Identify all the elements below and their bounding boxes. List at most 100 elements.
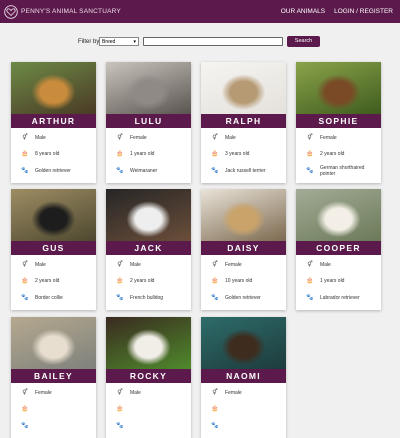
gender-icon: ⚥ bbox=[117, 262, 123, 268]
animal-age: 2 years old bbox=[130, 277, 155, 284]
animal-sex: Male bbox=[130, 389, 141, 396]
animal-name: COOPER bbox=[296, 241, 381, 255]
cake-icon: 🎂 bbox=[211, 406, 219, 412]
search-button[interactable]: Search bbox=[287, 36, 320, 47]
gender-icon: ⚥ bbox=[212, 262, 218, 268]
filter-select-value: Breed bbox=[102, 39, 116, 45]
animal-card[interactable]: SOPHIE ⚥ Female 🎂 2 years old 🐾 German shortha… bbox=[296, 62, 381, 183]
animal-age-row: 🎂 bbox=[21, 404, 35, 413]
animal-age: 8 years old bbox=[35, 150, 60, 157]
paw-icon: 🐾 bbox=[21, 168, 29, 174]
chevron-down-icon: ▾ bbox=[133, 39, 136, 45]
animal-breed: Labrador retriever bbox=[320, 294, 360, 301]
animal-photo bbox=[201, 189, 286, 241]
paw-icon: 🐾 bbox=[211, 423, 219, 429]
animal-breed-row: 🐾 bbox=[211, 421, 225, 430]
gender-icon: ⚥ bbox=[22, 262, 28, 268]
cake-icon: 🎂 bbox=[116, 151, 124, 157]
main-nav: OUR ANIMALS LOGIN / REGISTER bbox=[281, 8, 393, 15]
animal-name: NAOMI bbox=[201, 369, 286, 383]
animal-sex-row: ⚥ Female bbox=[306, 133, 337, 142]
gender-icon: ⚥ bbox=[307, 262, 313, 268]
animal-card[interactable]: LULU ⚥ Female 🎂 1 years old 🐾 Weimaraner bbox=[106, 62, 191, 183]
gender-icon: ⚥ bbox=[212, 135, 218, 141]
animal-age-row: 🎂 1 years old bbox=[306, 276, 344, 285]
animal-age-row: 🎂 8 years old bbox=[21, 149, 59, 158]
animal-photo bbox=[201, 317, 286, 369]
gender-icon: ⚥ bbox=[307, 135, 313, 141]
animal-age-row: 🎂 bbox=[211, 404, 225, 413]
animal-card[interactable]: NAOMI ⚥ Female 🎂 🐾 bbox=[201, 317, 286, 438]
animal-breed: Golden retriever bbox=[35, 167, 71, 174]
animal-breed-row: 🐾 Border collie bbox=[21, 293, 63, 302]
animal-age: 2 years old bbox=[35, 277, 60, 284]
animal-sex: Male bbox=[35, 261, 46, 268]
animal-age-row: 🎂 3 years old bbox=[211, 149, 249, 158]
animal-sex-row: ⚥ Male bbox=[211, 133, 236, 142]
animal-name: SOPHIE bbox=[296, 114, 381, 128]
gender-icon: ⚥ bbox=[117, 390, 123, 396]
brand[interactable]: PENNY'S ANIMAL SANCTUARY bbox=[4, 4, 121, 19]
animal-photo bbox=[296, 62, 381, 114]
animal-sex-row: ⚥ Male bbox=[116, 260, 141, 269]
paw-icon: 🐾 bbox=[21, 295, 29, 301]
nav-login-register[interactable]: LOGIN / REGISTER bbox=[334, 8, 393, 15]
animal-sex: Female bbox=[35, 389, 52, 396]
animal-age-row: 🎂 2 years old bbox=[306, 149, 344, 158]
animal-breed-row: 🐾 Labrador retriever bbox=[306, 293, 360, 302]
animal-breed: German shorthaired pointer bbox=[319, 164, 365, 177]
animal-photo bbox=[11, 317, 96, 369]
animal-card[interactable]: BAILEY ⚥ Female 🎂 🐾 bbox=[11, 317, 96, 438]
brand-name: PENNY'S ANIMAL SANCTUARY bbox=[21, 8, 121, 15]
animal-breed-row: 🐾 Jack russell terrier bbox=[211, 166, 265, 175]
animal-sex: Female bbox=[320, 134, 337, 141]
animal-card[interactable]: ARTHUR ⚥ Male 🎂 8 years old 🐾 Golden retriever bbox=[11, 62, 96, 183]
animal-photo bbox=[106, 189, 191, 241]
animal-sex-row: ⚥ Male bbox=[306, 260, 331, 269]
cake-icon: 🎂 bbox=[306, 278, 314, 284]
animal-card[interactable]: JACK ⚥ Male 🎂 2 years old 🐾 French bulldog bbox=[106, 189, 191, 310]
animal-sex-row: ⚥ Female bbox=[21, 388, 52, 397]
animal-card[interactable]: RALPH ⚥ Male 🎂 3 years old 🐾 Jack russell terr… bbox=[201, 62, 286, 183]
paw-icon: 🐾 bbox=[306, 295, 314, 301]
animal-breed-row: 🐾 Golden retriever bbox=[21, 166, 71, 175]
cake-icon: 🎂 bbox=[211, 278, 219, 284]
animal-name: ARTHUR bbox=[11, 114, 96, 128]
gender-icon: ⚥ bbox=[22, 135, 28, 141]
animal-card[interactable]: COOPER ⚥ Male 🎂 1 years old 🐾 Labrador retriev… bbox=[296, 189, 381, 310]
animal-breed-row: 🐾 bbox=[116, 421, 130, 430]
animal-breed-row: 🐾 Golden retriever bbox=[211, 293, 261, 302]
heart-logo-icon bbox=[4, 4, 18, 19]
animal-sex-row: ⚥ Female bbox=[116, 133, 146, 142]
animal-photo bbox=[106, 62, 191, 114]
animal-breed: Golden retriever bbox=[225, 294, 261, 301]
animal-age-row: 🎂 2 years old bbox=[116, 276, 154, 285]
cake-icon: 🎂 bbox=[116, 278, 124, 284]
search-input[interactable] bbox=[143, 37, 283, 46]
cake-icon: 🎂 bbox=[211, 151, 219, 157]
animal-breed: French bulldog bbox=[130, 294, 164, 301]
animal-sex: Female bbox=[225, 261, 242, 268]
paw-icon: 🐾 bbox=[21, 423, 29, 429]
cake-icon: 🎂 bbox=[21, 151, 29, 157]
top-navbar: PENNY'S ANIMAL SANCTUARY OUR ANIMALS LOG… bbox=[0, 0, 400, 23]
nav-our-animals[interactable]: OUR ANIMALS bbox=[281, 8, 325, 15]
animal-card[interactable]: ROCKY ⚥ Male 🎂 🐾 bbox=[106, 317, 191, 438]
animal-name: DAISY bbox=[201, 241, 286, 255]
animal-sex-row: ⚥ Male bbox=[116, 388, 141, 397]
cake-icon: 🎂 bbox=[21, 278, 29, 284]
animal-photo bbox=[106, 317, 191, 369]
animal-name: LULU bbox=[106, 114, 191, 128]
animal-age-row: 🎂 bbox=[116, 404, 130, 413]
animal-age: 1 years old bbox=[320, 277, 345, 284]
gender-icon: ⚥ bbox=[212, 390, 218, 396]
filter-label: Filter by bbox=[78, 38, 100, 45]
gender-icon: ⚥ bbox=[22, 390, 28, 396]
animal-photo bbox=[11, 189, 96, 241]
animal-card[interactable]: DAISY ⚥ Female 🎂 10 years old 🐾 Golden retriev… bbox=[201, 189, 286, 310]
animal-breed: Border collie bbox=[35, 294, 63, 301]
filter-select[interactable]: Breed ▾ bbox=[99, 37, 139, 46]
animal-name: RALPH bbox=[201, 114, 286, 128]
paw-icon: 🐾 bbox=[306, 168, 314, 174]
animal-card[interactable]: GUS ⚥ Male 🎂 2 years old 🐾 Border collie bbox=[11, 189, 96, 310]
